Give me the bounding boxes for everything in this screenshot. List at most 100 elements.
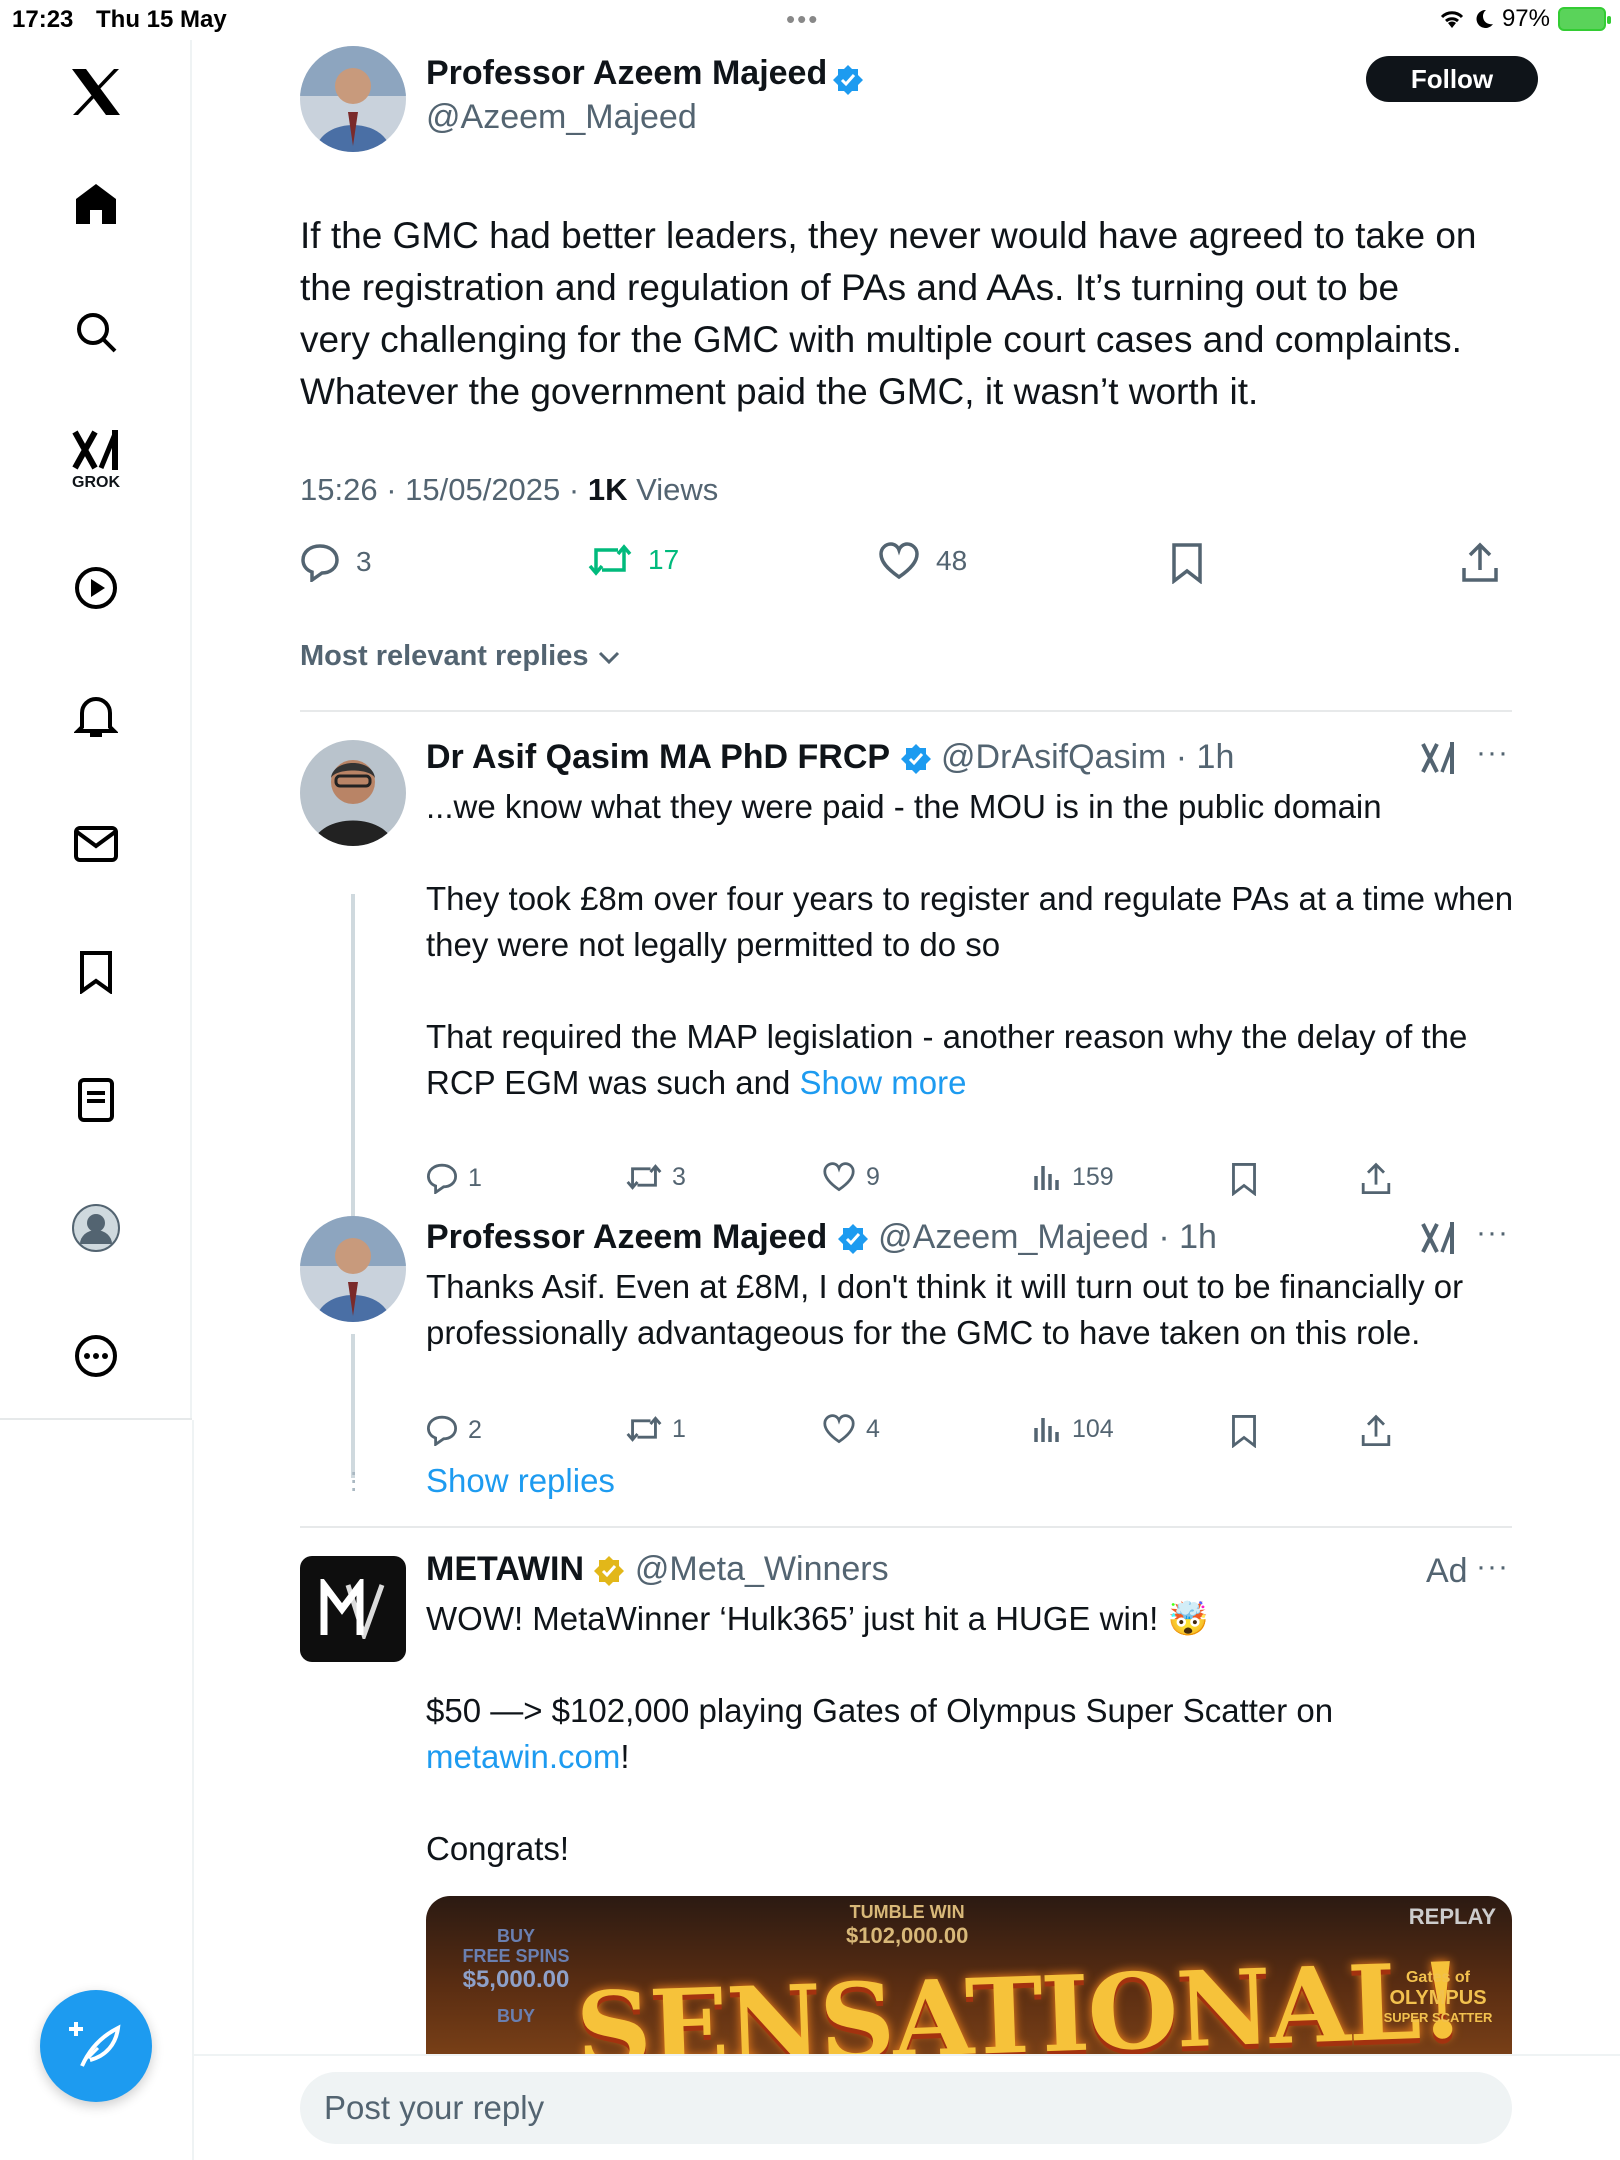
- reply-actions: 1 3 9 159: [426, 1162, 1426, 1202]
- metawin-logo-icon: [320, 1579, 385, 1639]
- share-button[interactable]: [1460, 542, 1500, 584]
- ad-author-name[interactable]: METAWIN: [426, 1550, 584, 1588]
- reply-item[interactable]: Dr Asif Qasim MA PhD FRCP @DrAsifQasim ·…: [300, 736, 1530, 1238]
- ad-more-icon[interactable]: ···: [1476, 1550, 1509, 1584]
- ad-image-buy-label: BUY: [496, 1926, 535, 1946]
- bookmark-button[interactable]: [1170, 542, 1204, 584]
- repost-button[interactable]: 1: [626, 1414, 686, 1444]
- like-button[interactable]: 9: [822, 1162, 880, 1192]
- wifi-icon: [1440, 11, 1464, 28]
- grok-explain-icon[interactable]: [1420, 740, 1456, 776]
- ad-header: METAWIN @Meta_Winners: [426, 1550, 889, 1589]
- reply-author-name[interactable]: Professor Azeem Majeed: [426, 1218, 827, 1256]
- ad-image-buy-label-2: BUY: [496, 2006, 535, 2026]
- reply-button[interactable]: 2: [426, 1414, 482, 1446]
- tweet-text: If the GMC had better leaders, they neve…: [300, 210, 1530, 418]
- views-count: 104: [1072, 1414, 1114, 1443]
- repost-button[interactable]: 3: [626, 1162, 686, 1192]
- grok-explain-icon[interactable]: [1420, 1220, 1456, 1256]
- heart-icon: [823, 1414, 855, 1444]
- repost-icon: [626, 1164, 662, 1190]
- tweet-text-line: the registration and regulation of PAs a…: [300, 267, 1400, 308]
- views-count: 159: [1072, 1162, 1114, 1191]
- reply-paragraph: Thanks Asif. Even at £8M, I don't think …: [426, 1268, 1464, 1351]
- ad-label: Ad: [1426, 1552, 1468, 1590]
- repost-count: 17: [648, 544, 680, 575]
- lists-icon[interactable]: [66, 1070, 126, 1130]
- chevron-down-icon: [598, 651, 619, 664]
- status-date: Thu 15 May: [96, 6, 227, 33]
- reply-more-icon[interactable]: ···: [1476, 1216, 1509, 1250]
- reply-author-handle[interactable]: @Azeem_Majeed: [878, 1218, 1149, 1256]
- share-button[interactable]: [1360, 1162, 1392, 1196]
- author-handle[interactable]: @Azeem_Majeed: [426, 98, 697, 137]
- bookmark-button[interactable]: [1230, 1414, 1258, 1448]
- ad-link[interactable]: metawin.com: [426, 1738, 620, 1775]
- reply-author-name[interactable]: Dr Asif Qasim MA PhD FRCP: [426, 738, 890, 776]
- home-icon[interactable]: [66, 174, 126, 234]
- multitask-dots-icon[interactable]: •••: [786, 4, 819, 35]
- notifications-bell-icon[interactable]: [66, 686, 126, 746]
- battery-percent: 97%: [1501, 5, 1550, 32]
- reply-paragraph-last: That required the MAP legislation - anot…: [426, 1014, 1516, 1106]
- reply-item[interactable]: Professor Azeem Majeed @Azeem_Majeed · 1…: [300, 1216, 1530, 1496]
- ad-image-game-logo: Gates of OLYMPUS SUPER SCATTER: [1378, 1968, 1498, 2028]
- views-button[interactable]: 104: [1032, 1414, 1114, 1444]
- ad-image-tumble-label: TUMBLE WIN: [849, 1902, 965, 1922]
- x-logo-icon[interactable]: [66, 62, 126, 122]
- author-name[interactable]: Professor Azeem Majeed: [426, 54, 827, 92]
- ad-image-freespins-label: FREE SPINS: [462, 1946, 570, 1966]
- reply-avatar[interactable]: [300, 740, 406, 846]
- ad-image-buy-panel: BUY FREE SPINS $5,000.00 BUY: [446, 1926, 586, 2026]
- ad-line: Congrats!: [426, 1830, 570, 1867]
- messages-envelope-icon[interactable]: [66, 814, 126, 874]
- ad-image-gates: Gates of: [1405, 1969, 1470, 1986]
- reply-header: Professor Azeem Majeed @Azeem_Majeed · 1…: [426, 1218, 1217, 1257]
- reply-input[interactable]: Post your reply: [300, 2072, 1512, 2144]
- feather-plus-icon: [69, 2022, 121, 2067]
- video-icon[interactable]: [66, 558, 126, 618]
- reply-author-handle[interactable]: @DrAsifQasim: [941, 738, 1166, 776]
- like-button[interactable]: 4: [822, 1414, 880, 1444]
- reply-time: · 1h: [1148, 1218, 1217, 1256]
- reply-actions: 2 1 4 104: [426, 1414, 1426, 1454]
- ad-avatar[interactable]: [300, 1556, 406, 1662]
- like-button[interactable]: 48: [878, 542, 967, 580]
- show-replies-link[interactable]: Show replies: [426, 1462, 615, 1500]
- show-more-link[interactable]: Show more: [800, 1064, 967, 1101]
- reply-more-icon[interactable]: ···: [1476, 736, 1509, 770]
- reply-count: 3: [356, 546, 372, 577]
- ad-image-tumble: TUMBLE WIN $102,000.00: [846, 1902, 968, 1949]
- reply-body: ...we know what they were paid - the MOU…: [426, 784, 1516, 1106]
- views-button[interactable]: 159: [1032, 1162, 1114, 1192]
- reply-bubble-icon: [426, 1163, 458, 1194]
- tweet-timestamp[interactable]: 15:26 · 15/05/2025 ·: [300, 472, 588, 507]
- author-avatar[interactable]: [300, 46, 406, 152]
- reply-button[interactable]: 1: [426, 1162, 482, 1194]
- profile-avatar-icon[interactable]: [66, 1198, 126, 1258]
- share-button[interactable]: [1360, 1414, 1392, 1448]
- reply-paragraph: They took £8m over four years to registe…: [426, 880, 1514, 963]
- like-count: 48: [936, 545, 968, 576]
- compose-post-button[interactable]: [40, 1990, 152, 2102]
- ad-line-text: $50 —> $102,000 playing Gates of Olympus…: [426, 1692, 1334, 1729]
- share-icon: [1462, 542, 1498, 582]
- reply-button[interactable]: 3: [300, 542, 372, 582]
- ad-author-handle[interactable]: @Meta_Winners: [635, 1550, 889, 1588]
- follow-button[interactable]: Follow: [1366, 56, 1538, 102]
- replies-sort-dropdown[interactable]: Most relevant replies: [300, 640, 621, 673]
- bookmark-icon: [1232, 1415, 1256, 1448]
- tweet-text-line: very challenging for the GMC with multip…: [300, 319, 1462, 360]
- ad-image-price: $5,000.00: [462, 1966, 570, 1993]
- repost-button[interactable]: 17: [588, 542, 679, 578]
- bookmarks-icon[interactable]: [66, 942, 126, 1002]
- gold-verified-badge-icon: [594, 1556, 625, 1587]
- reply-bubble-icon: [301, 544, 339, 582]
- repost-count: 1: [672, 1414, 686, 1443]
- more-options-icon[interactable]: [66, 1326, 126, 1386]
- reply-avatar[interactable]: [300, 1216, 406, 1322]
- bookmark-button[interactable]: [1230, 1162, 1258, 1196]
- grok-icon[interactable]: GROK: [66, 420, 126, 500]
- ad-line-end: !: [620, 1738, 630, 1775]
- search-icon[interactable]: [66, 302, 126, 362]
